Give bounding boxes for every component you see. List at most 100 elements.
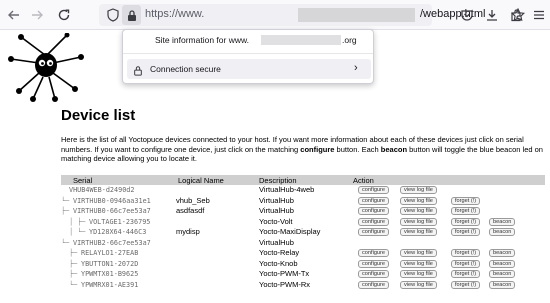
view-log-button[interactable]: view log file [400,259,437,268]
beacon-button[interactable]: beacon [489,228,516,236]
header-action: Action [353,176,374,185]
tree-connector: ├─ [69,259,78,268]
url-prefix: https://www. [145,8,205,20]
header-serial: Serial [73,176,93,185]
redacted-host [261,35,341,45]
yoctopuce-octopus-logo [8,33,84,102]
table-row: ├─ VIRTHUB0-66c7ee53a7 asdfasdf VirtualHub c… [61,206,545,216]
connection-secure-label: Connection secure [150,64,221,74]
device-description: VirtualHub [259,237,294,247]
tree-connector: └─ [61,196,70,205]
header-logical-name: Logical Name [178,176,224,185]
serial-number-link[interactable]: YPWMRX01-AE391 [81,280,138,290]
forget-button[interactable]: forget (!) [451,196,481,205]
view-log-button[interactable]: view log file [400,217,437,226]
configure-button[interactable]: configure [358,228,390,236]
table-row: └─ YPWMRX01-AE391 Yocto-PWM-Rx configure vie… [61,280,545,290]
configure-button[interactable]: configure [358,217,390,226]
view-log-button[interactable]: view log file [400,280,437,289]
table-row: │ └─ YD128X64-446C3 mydisp Yocto-MaxiDispla… [61,227,545,237]
back-arrow-icon[interactable] [4,5,24,25]
browser-toolbar: https://www. /webapp.html [0,0,550,30]
tracking-protection-shield-icon[interactable] [105,7,121,23]
tree-connector: ├─ [69,249,78,257]
downloads-icon[interactable] [482,5,502,25]
site-info-popup: Site information for www. .org Connectio… [122,29,374,84]
forget-button[interactable]: forget (!) [451,207,481,215]
chevron-right-icon: › [354,62,358,74]
table-row: ├─ RELAYLO1-27EAB Yocto-Relay configure view… [61,248,545,258]
tree-connector: ├─ [69,270,78,278]
serial-number-link[interactable]: YBUTTON1-2072D [81,259,138,269]
intro-text: Here is the list of all Yoctopuce device… [61,135,543,163]
tree-connector: │ ├─ [69,217,86,226]
logical-name: asdfasdf [176,206,205,215]
device-description: VirtualHub-4web [259,185,315,194]
address-bar[interactable]: https://www. /webapp.html [99,4,526,26]
serial-number-link[interactable]: RELAYLO1-27EAB [81,248,138,258]
connection-secure-row[interactable]: Connection secure › [127,59,371,79]
serial-number-link[interactable]: YD128X64-446C3 [89,227,146,237]
table-row: │ ├─ VOLTAGE1-236795 Yocto-Volt configure vi… [61,217,545,227]
serial-number-link[interactable]: VIRTHUB2-66c7ee53a7 [73,238,151,248]
beacon-button[interactable]: beacon [489,280,516,289]
redacted-host [298,8,415,22]
forget-button[interactable]: forget (!) [451,217,481,226]
serial-number-link[interactable]: VIRTHUB0-0946aa31e1 [73,196,151,206]
logical-name: vhub_Seb [176,195,210,205]
lock-icon [133,63,143,81]
configure-button[interactable]: configure [358,249,390,257]
device-description: VirtualHub [259,206,294,215]
view-log-button[interactable]: view log file [400,249,437,257]
forget-button[interactable]: forget (!) [451,270,481,278]
device-description: Yocto-Relay [259,248,300,257]
site-info-title-suffix: .org [342,35,357,45]
serial-number-link[interactable]: VIRTHUB0-66c7ee53a7 [73,206,151,216]
configure-button[interactable]: configure [358,207,390,215]
table-row: └─ VIRTHUB0-0946aa31e1 vhub_Seb VirtualHub c… [61,196,545,206]
device-description: Yocto-PWM-Rx [259,279,310,289]
forget-button[interactable]: forget (!) [451,280,481,289]
table-header: Serial Logical Name Description Action [61,175,545,185]
view-log-button[interactable]: view log file [400,196,437,205]
popup-divider [123,53,373,54]
tree-connector: └─ [61,238,70,247]
pocket-icon[interactable] [457,5,477,25]
serial-number-link[interactable]: YPWMTX01-B9625 [81,269,138,279]
forget-button[interactable]: forget (!) [451,259,481,268]
view-log-button[interactable]: view log file [400,186,437,194]
beacon-button[interactable]: beacon [489,270,516,278]
page-title: Device list [61,107,136,124]
extensions-icon[interactable] [506,5,526,25]
configure-button[interactable]: configure [358,280,390,289]
table-row: ├─ YPWMTX01-B9625 Yocto-PWM-Tx configure vie… [61,269,545,279]
tree-connector: └─ [69,280,78,289]
configure-button[interactable]: configure [358,259,390,268]
device-description: Yocto-MaxiDisplay [259,227,321,236]
reload-icon[interactable] [54,5,74,25]
site-info-lock-icon[interactable] [122,5,141,25]
menu-icon[interactable] [529,5,549,25]
view-log-button[interactable]: view log file [400,228,437,236]
tree-connector: │ └─ [69,228,86,236]
beacon-button[interactable]: beacon [489,259,516,268]
beacon-button[interactable]: beacon [489,249,516,257]
forward-arrow-icon[interactable] [27,5,47,25]
view-log-button[interactable]: view log file [400,207,437,215]
forget-button[interactable]: forget (!) [451,249,481,257]
forget-button[interactable]: forget (!) [451,228,481,236]
view-log-button[interactable]: view log file [400,270,437,278]
header-description: Description [259,176,297,185]
serial-number-link[interactable]: VHUB4WEB-d2490d2 [69,185,134,195]
site-info-title: Site information for www. [155,35,250,45]
configure-button[interactable]: configure [358,186,390,194]
device-description: Yocto-PWM-Tx [259,269,310,278]
device-description: Yocto-Knob [259,258,298,268]
device-description: VirtualHub [259,195,294,205]
serial-number-link[interactable]: VOLTAGE1-236795 [89,217,150,227]
table-row: ├─ YBUTTON1-2072D Yocto-Knob configure view … [61,259,545,269]
configure-button[interactable]: configure [358,270,390,278]
configure-button[interactable]: configure [358,196,390,205]
device-description: Yocto-Volt [259,216,293,226]
beacon-button[interactable]: beacon [489,217,516,226]
